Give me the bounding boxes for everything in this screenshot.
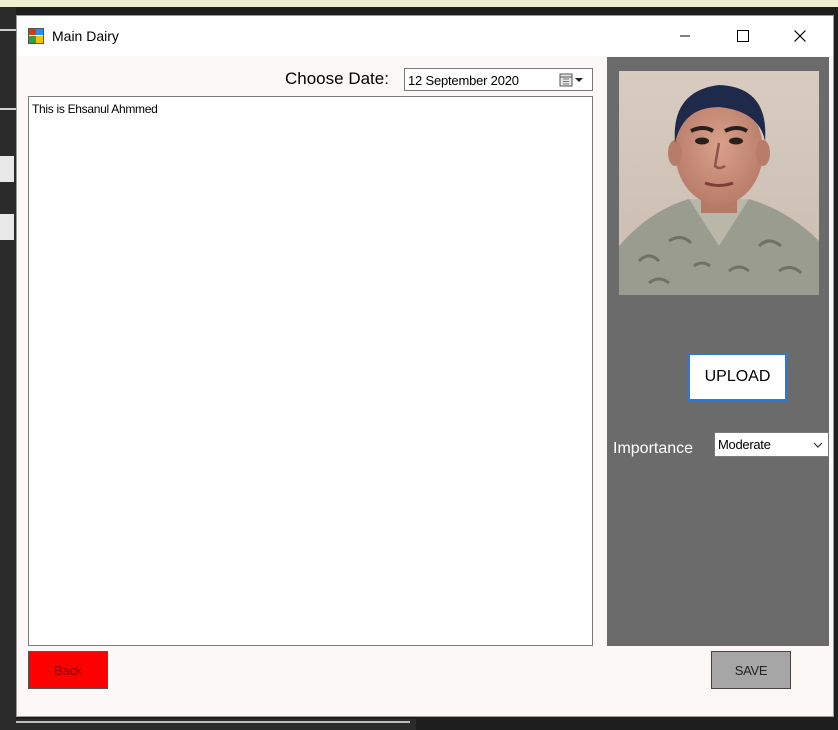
title-bar[interactable]: Main Dairy bbox=[17, 16, 833, 56]
upload-button[interactable]: UPLOAD bbox=[688, 353, 787, 401]
background-window-edge bbox=[0, 7, 16, 730]
choose-date-label: Choose Date: bbox=[285, 69, 389, 88]
maximize-icon bbox=[737, 30, 749, 42]
background-bar bbox=[0, 156, 14, 182]
date-value: 12 September 2020 bbox=[408, 73, 519, 88]
calendar-icon[interactable] bbox=[558, 72, 588, 88]
date-picker[interactable]: 12 September 2020 bbox=[404, 68, 593, 91]
main-dairy-window: Main Dairy Choose Date: 12 September 202… bbox=[16, 15, 834, 717]
save-button[interactable]: SAVE bbox=[711, 651, 791, 689]
maximize-button[interactable] bbox=[720, 16, 766, 56]
close-button[interactable] bbox=[777, 16, 823, 56]
app-window-icon bbox=[28, 28, 44, 44]
background-bar bbox=[0, 214, 14, 240]
back-button[interactable]: Back bbox=[28, 651, 108, 689]
importance-label: Importance bbox=[613, 440, 694, 457]
minimize-icon bbox=[680, 35, 690, 37]
diary-text: This is Ehsanul Ahmmed bbox=[32, 102, 158, 116]
minimize-button[interactable] bbox=[662, 16, 708, 56]
background-scrollbar bbox=[16, 721, 410, 723]
side-panel: UPLOAD Importance Moderate bbox=[607, 57, 829, 646]
importance-value: Moderate bbox=[718, 437, 771, 452]
importance-select[interactable]: Moderate bbox=[714, 432, 829, 457]
background-divider bbox=[0, 108, 16, 110]
chevron-down-icon bbox=[813, 442, 823, 448]
close-icon bbox=[794, 30, 806, 42]
background-divider bbox=[0, 29, 16, 31]
profile-photo bbox=[619, 71, 819, 295]
diary-text-area[interactable]: This is Ehsanul Ahmmed bbox=[28, 96, 593, 646]
window-title: Main Dairy bbox=[52, 28, 119, 44]
desktop-top-strip bbox=[0, 0, 838, 7]
